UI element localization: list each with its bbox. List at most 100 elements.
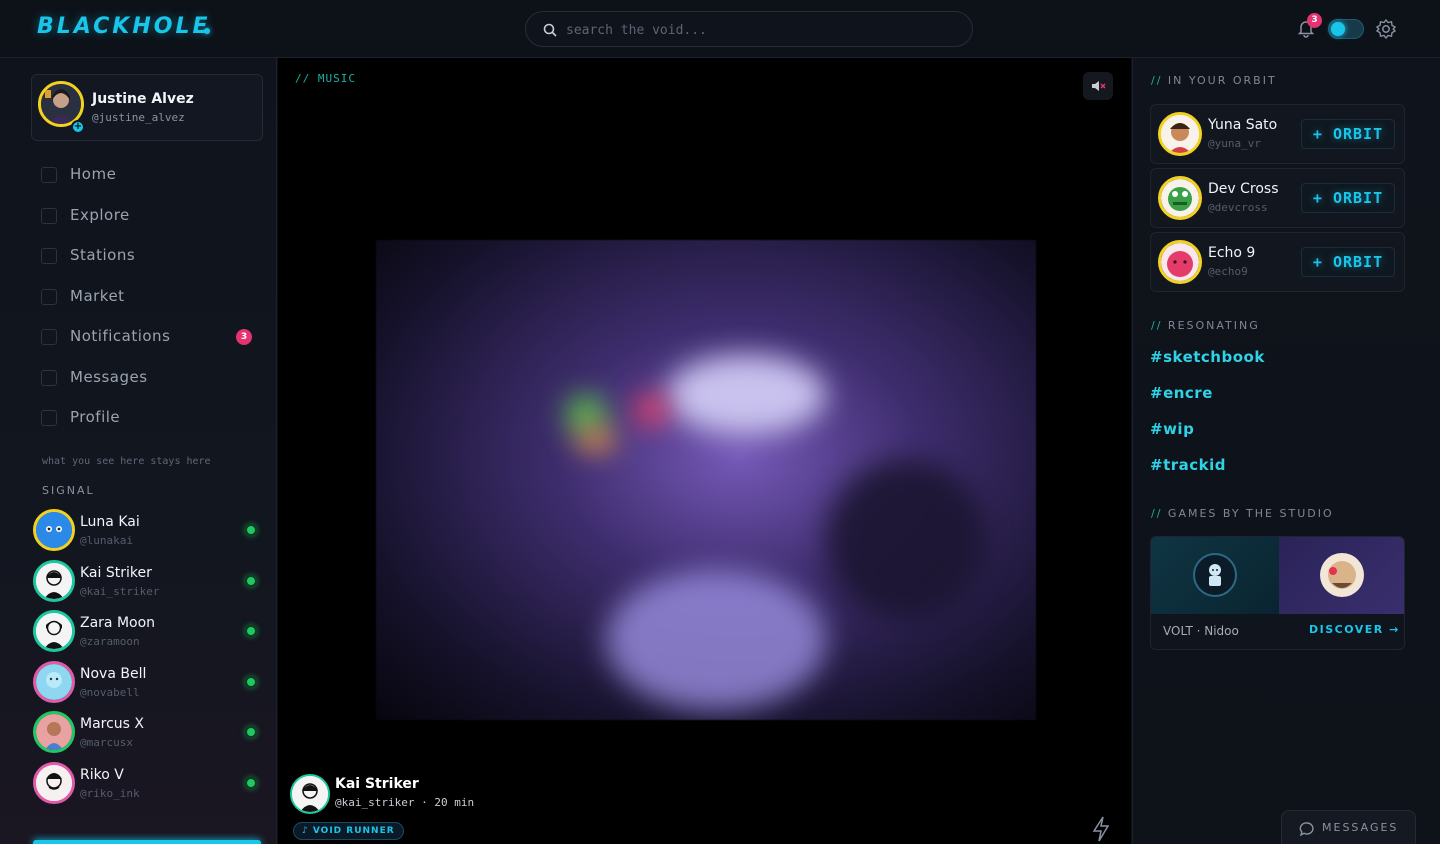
compose-button[interactable] (33, 840, 261, 844)
profile-name: Justine Alvez (92, 91, 194, 107)
avatar (33, 559, 75, 602)
home-icon (41, 167, 57, 183)
nav-item-messages[interactable]: Messages (41, 366, 261, 407)
poster-name[interactable]: Kai Striker (335, 776, 419, 792)
avatar (33, 610, 75, 652)
game-thumbnail[interactable] (1151, 537, 1279, 614)
game-thumbnail[interactable] (1279, 537, 1404, 614)
hashtag-link[interactable]: #sketchbook (1150, 348, 1265, 366)
notifications-icon (41, 329, 57, 345)
mute-button[interactable] (1083, 72, 1113, 100)
orbit-button[interactable]: + ORBIT (1301, 119, 1395, 149)
poster-avatar[interactable] (290, 774, 330, 814)
orbit-card[interactable]: Yuna Sato @yuna_vr + ORBIT (1150, 104, 1405, 164)
nav-item-home[interactable]: Home (41, 163, 261, 204)
poster-meta: @kai_striker · 20 min (335, 796, 475, 809)
explore-icon (41, 207, 57, 224)
track-chip[interactable]: ♪ VOID RUNNER (293, 822, 404, 840)
nav-item-label: Explore (70, 205, 130, 224)
post-media-image[interactable] (376, 240, 1036, 720)
character-icon (1320, 553, 1364, 597)
nav-item-notifications[interactable]: Notifications 3 (41, 325, 261, 366)
hashtag-link[interactable]: #encre (1150, 384, 1213, 402)
search-bar[interactable] (525, 11, 973, 47)
heading-slashes: // (1151, 74, 1168, 87)
media-glow (566, 395, 606, 435)
profile-icon (41, 410, 57, 426)
media-glow (666, 355, 826, 435)
avatar (33, 711, 75, 753)
nav-item-label: Profile (70, 408, 121, 426)
add-story-icon[interactable]: + (71, 120, 85, 134)
resonating-heading-text: RESONATING (1167, 319, 1260, 332)
messages-dock-button[interactable]: MESSAGES (1281, 810, 1416, 844)
user-handle: @devcross (1208, 201, 1268, 214)
orbit-button[interactable]: + ORBIT (1301, 247, 1395, 277)
orbit-card[interactable]: Dev Cross @devcross + ORBIT (1150, 168, 1405, 228)
messages-icon (41, 369, 57, 386)
online-indicator (245, 524, 257, 536)
online-indicator (245, 625, 257, 637)
heading-slashes: // (1151, 319, 1168, 332)
games-heading-text: GAMES BY THE STUDIO (1167, 507, 1334, 520)
online-indicator (245, 574, 257, 587)
nav-item-label: Market (70, 286, 125, 305)
list-item[interactable]: Riko V @riko_ink (33, 759, 263, 810)
nav-item-label: Messages (70, 367, 148, 386)
chat-bubble-icon (1299, 822, 1314, 837)
list-item[interactable]: Zara Moon @zaramoon (33, 607, 263, 658)
media-glow (576, 430, 616, 450)
nav-item-stations[interactable]: Stations (41, 244, 261, 285)
orbit-card[interactable]: Echo 9 @echo9 + ORBIT (1150, 232, 1405, 292)
media-glow (826, 460, 986, 620)
notification-badge: 3 (1307, 13, 1322, 28)
games-card[interactable]: VOLT · Nidoo DISCOVER → (1150, 536, 1405, 650)
right-sidebar: // IN YOUR ORBIT Yuna Sato @yuna_vr + OR… (1132, 58, 1440, 844)
top-bar: BLACKHOLE 3 (0, 0, 1440, 58)
media-glow (636, 395, 666, 425)
lightning-icon[interactable] (1091, 816, 1111, 842)
nav-item-explore[interactable]: Explore (41, 204, 261, 245)
user-handle: @lunakai (80, 534, 133, 547)
search-input[interactable] (566, 18, 956, 42)
signal-heading: SIGNAL (42, 484, 95, 497)
profile-handle: @justine_alvez (92, 111, 185, 124)
orbit-heading: // IN YOUR ORBIT (1151, 74, 1277, 87)
user-name: Riko V (80, 766, 124, 783)
profile-card[interactable]: + Justine Alvez @justine_alvez (31, 74, 263, 141)
list-item[interactable]: Marcus X @marcusx (33, 708, 263, 759)
avatar (33, 660, 75, 703)
avatar (1158, 176, 1202, 220)
nav-item-label: Notifications (70, 327, 171, 345)
app-logo[interactable]: BLACKHOLE (37, 14, 211, 39)
hashtag-link[interactable]: #trackid (1150, 456, 1226, 474)
discover-link[interactable]: DISCOVER → (1309, 623, 1400, 636)
avatar (33, 509, 75, 551)
feed-viewer: // MUSIC Kai Striker @kai_striker · 20 m… (278, 58, 1131, 844)
gear-icon[interactable] (1375, 18, 1397, 40)
resonating-heading: // RESONATING (1151, 319, 1260, 332)
user-name: Luna Kai (80, 514, 140, 530)
market-icon (41, 288, 57, 305)
list-item[interactable]: Luna Kai @lunakai (33, 506, 263, 557)
games-label: VOLT · Nidoo (1163, 624, 1239, 638)
nav-item-market[interactable]: Market (41, 285, 261, 326)
mute-icon (1092, 81, 1106, 91)
hashtag-link[interactable]: #wip (1150, 420, 1194, 438)
user-name: Kai Striker (80, 564, 152, 581)
user-name: Dev Cross (1208, 181, 1279, 197)
robot-icon (1193, 553, 1237, 597)
list-item[interactable]: Kai Striker @kai_striker (33, 557, 263, 608)
user-name: Zara Moon (80, 615, 156, 631)
online-indicator (245, 726, 257, 738)
user-handle: @novabell (80, 685, 140, 699)
list-item[interactable]: Nova Bell @novabell (33, 658, 263, 709)
messages-dock-label: MESSAGES (1322, 821, 1399, 834)
search-icon (543, 23, 557, 37)
user-handle: @echo9 (1208, 265, 1248, 278)
orbit-heading-text: IN YOUR ORBIT (1167, 74, 1277, 87)
theme-toggle[interactable] (1328, 19, 1364, 39)
orbit-button[interactable]: + ORBIT (1301, 183, 1395, 213)
nav-item-profile[interactable]: Profile (41, 406, 261, 447)
user-name: Nova Bell (80, 665, 147, 682)
